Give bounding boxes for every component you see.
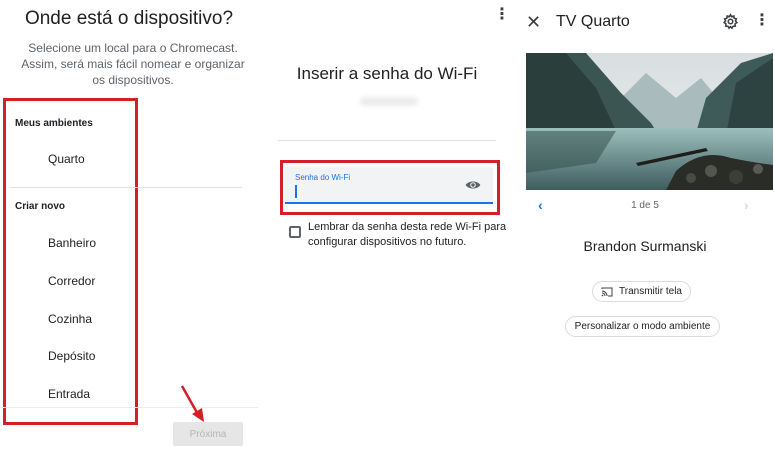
wifi-password-screen: ⋮ Inserir a senha do Wi-Fi Senha do Wi-F…	[258, 0, 516, 459]
room-item-corredor[interactable]: Corredor	[48, 274, 95, 288]
page-description: Selecione um local para o Chromecast. As…	[21, 41, 245, 87]
next-button[interactable]: Próxima	[173, 422, 243, 446]
ambient-photo	[526, 53, 773, 190]
divider	[278, 140, 496, 141]
room-item-banheiro[interactable]: Banheiro	[48, 236, 96, 250]
arrow-annotation-icon	[180, 385, 204, 422]
chevron-left-icon[interactable]: ‹	[538, 197, 543, 213]
remember-checkbox[interactable]	[289, 226, 301, 238]
page-title: Inserir a senha do Wi-Fi	[296, 64, 478, 83]
photo-counter: 1 de 5	[631, 200, 659, 211]
my-rooms-heading: Meus ambientes	[15, 118, 93, 129]
room-item-deposito[interactable]: Depósito	[48, 349, 95, 363]
cast-screen-button[interactable]: Transmitir tela	[592, 281, 691, 302]
more-vert-icon[interactable]: ⋮	[494, 7, 510, 23]
close-icon[interactable]: ✕	[526, 12, 541, 33]
divider	[10, 187, 242, 188]
create-new-heading: Criar novo	[15, 201, 66, 212]
footer-divider	[0, 407, 258, 408]
chevron-right-icon[interactable]: ›	[744, 197, 749, 213]
room-item-entrada[interactable]: Entrada	[48, 387, 90, 401]
cast-icon	[601, 287, 613, 296]
room-select-screen: Onde está o dispositivo? Selecione um lo…	[0, 0, 258, 459]
page-title: Onde está o dispositivo?	[24, 8, 234, 29]
photographer-name: Brandon Surmanski	[583, 238, 707, 254]
room-item-quarto[interactable]: Quarto	[48, 152, 85, 166]
customize-ambient-button[interactable]: Personalizar o modo ambiente	[565, 316, 720, 337]
room-item-cozinha[interactable]: Cozinha	[48, 312, 92, 326]
text-caret	[295, 185, 297, 198]
more-vert-icon[interactable]: ⋮	[754, 13, 770, 29]
remember-label: Lembrar da senha desta rede Wi-Fi para c…	[308, 221, 507, 248]
password-field-label: Senha do Wi-Fi	[295, 173, 351, 182]
network-name-redacted	[360, 97, 418, 106]
highlight-box	[3, 98, 138, 425]
device-screen: ✕ TV Quarto ⋮ ‹ 1 de 5 › Brandon Surmans…	[516, 0, 774, 459]
cast-button-label: Transmitir tela	[619, 286, 682, 297]
gear-icon[interactable]	[722, 13, 739, 30]
device-title: TV Quarto	[556, 13, 630, 30]
eye-icon[interactable]	[465, 178, 481, 192]
